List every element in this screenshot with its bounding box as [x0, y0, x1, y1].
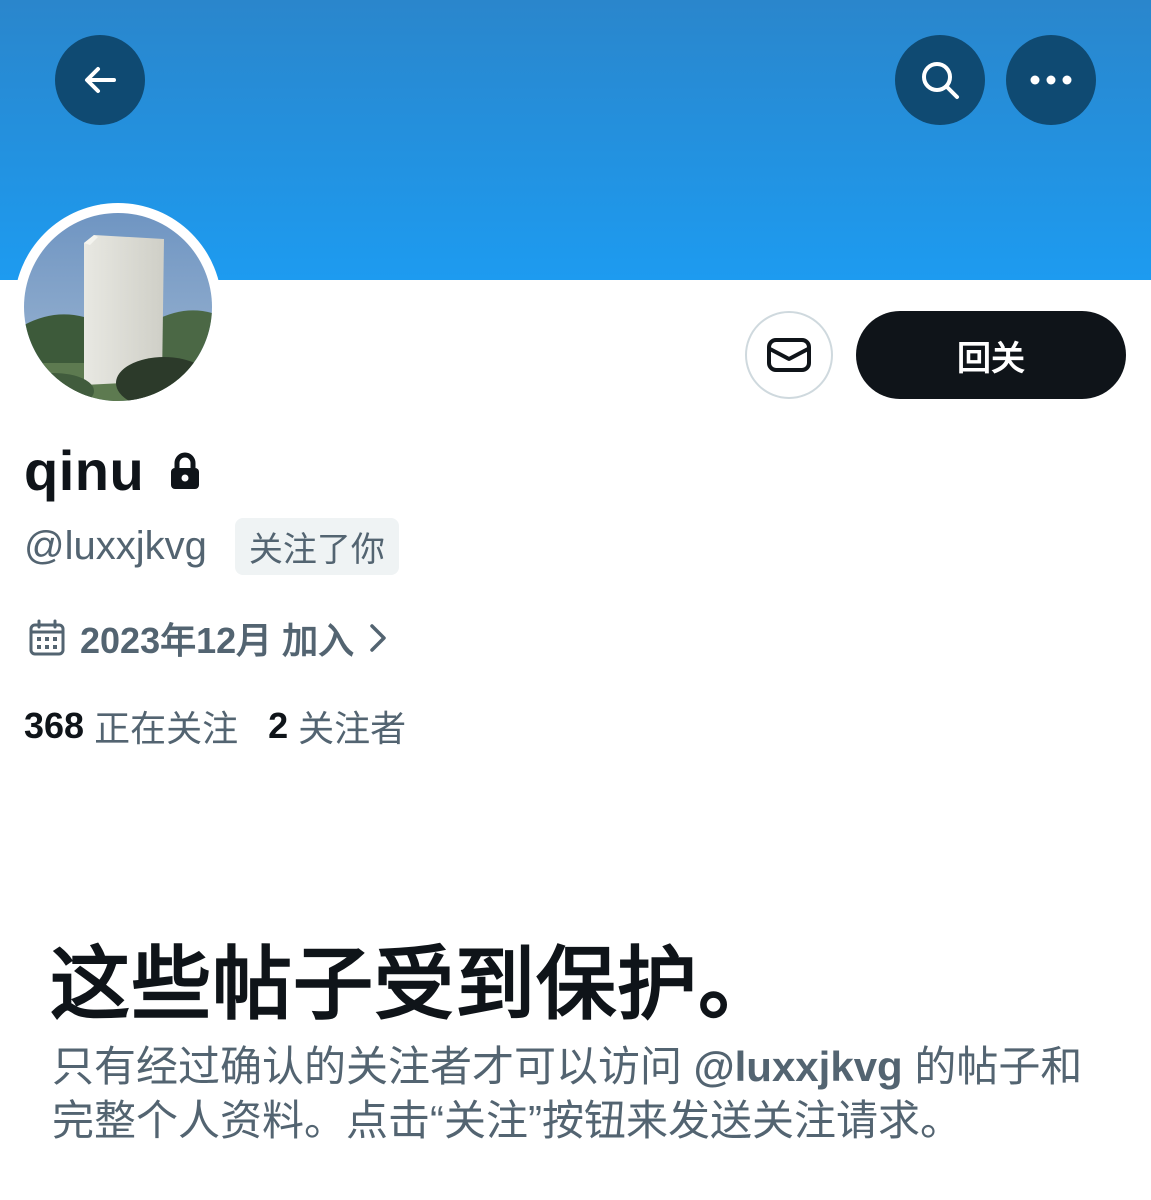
following-label: 正在关注 [94, 708, 239, 749]
follows-you-badge: 关注了你 [234, 518, 399, 575]
following-count: 368 [24, 705, 85, 746]
follow-back-button[interactable]: 回关 [856, 311, 1126, 399]
followers-stat[interactable]: 2 关注者 [268, 700, 406, 752]
protected-description: 只有经过确认的关注者才可以访问 @luxxjkvg 的帖子和完整个人资料。点击“… [52, 1040, 1112, 1148]
display-name: qinu [24, 439, 145, 502]
following-stat[interactable]: 368 正在关注 [24, 700, 238, 752]
more-horizontal-icon [1030, 75, 1072, 85]
followers-label: 关注者 [298, 708, 407, 749]
chevron-right-icon [370, 624, 386, 652]
protected-desc-before: 只有经过确认的关注者才可以访问 [52, 1043, 694, 1090]
join-date[interactable]: 2023年12月 加入 [28, 612, 390, 664]
name-row: qinu [24, 438, 202, 503]
handle-row: @luxxjkvg 关注了你 [24, 518, 399, 575]
lock-icon [171, 452, 200, 489]
join-date-text: 2023年12月 加入 [80, 620, 355, 661]
calendar-icon [29, 619, 65, 656]
protected-desc-handle: @luxxjkvg [693, 1043, 903, 1090]
message-button[interactable] [745, 311, 833, 399]
username-handle: @luxxjkvg [24, 524, 207, 568]
protected-title: 这些帖子受到保护。 [50, 940, 779, 1029]
search-button[interactable] [895, 35, 985, 125]
back-button[interactable] [55, 35, 145, 125]
avatar[interactable] [24, 213, 212, 401]
envelope-icon [767, 338, 811, 372]
more-button[interactable] [1006, 35, 1096, 125]
search-icon [922, 62, 959, 99]
follow-stats: 368 正在关注 2 关注者 [24, 700, 406, 752]
arrow-left-icon [85, 67, 116, 93]
avatar-image [24, 213, 212, 401]
followers-count: 2 [268, 705, 289, 746]
